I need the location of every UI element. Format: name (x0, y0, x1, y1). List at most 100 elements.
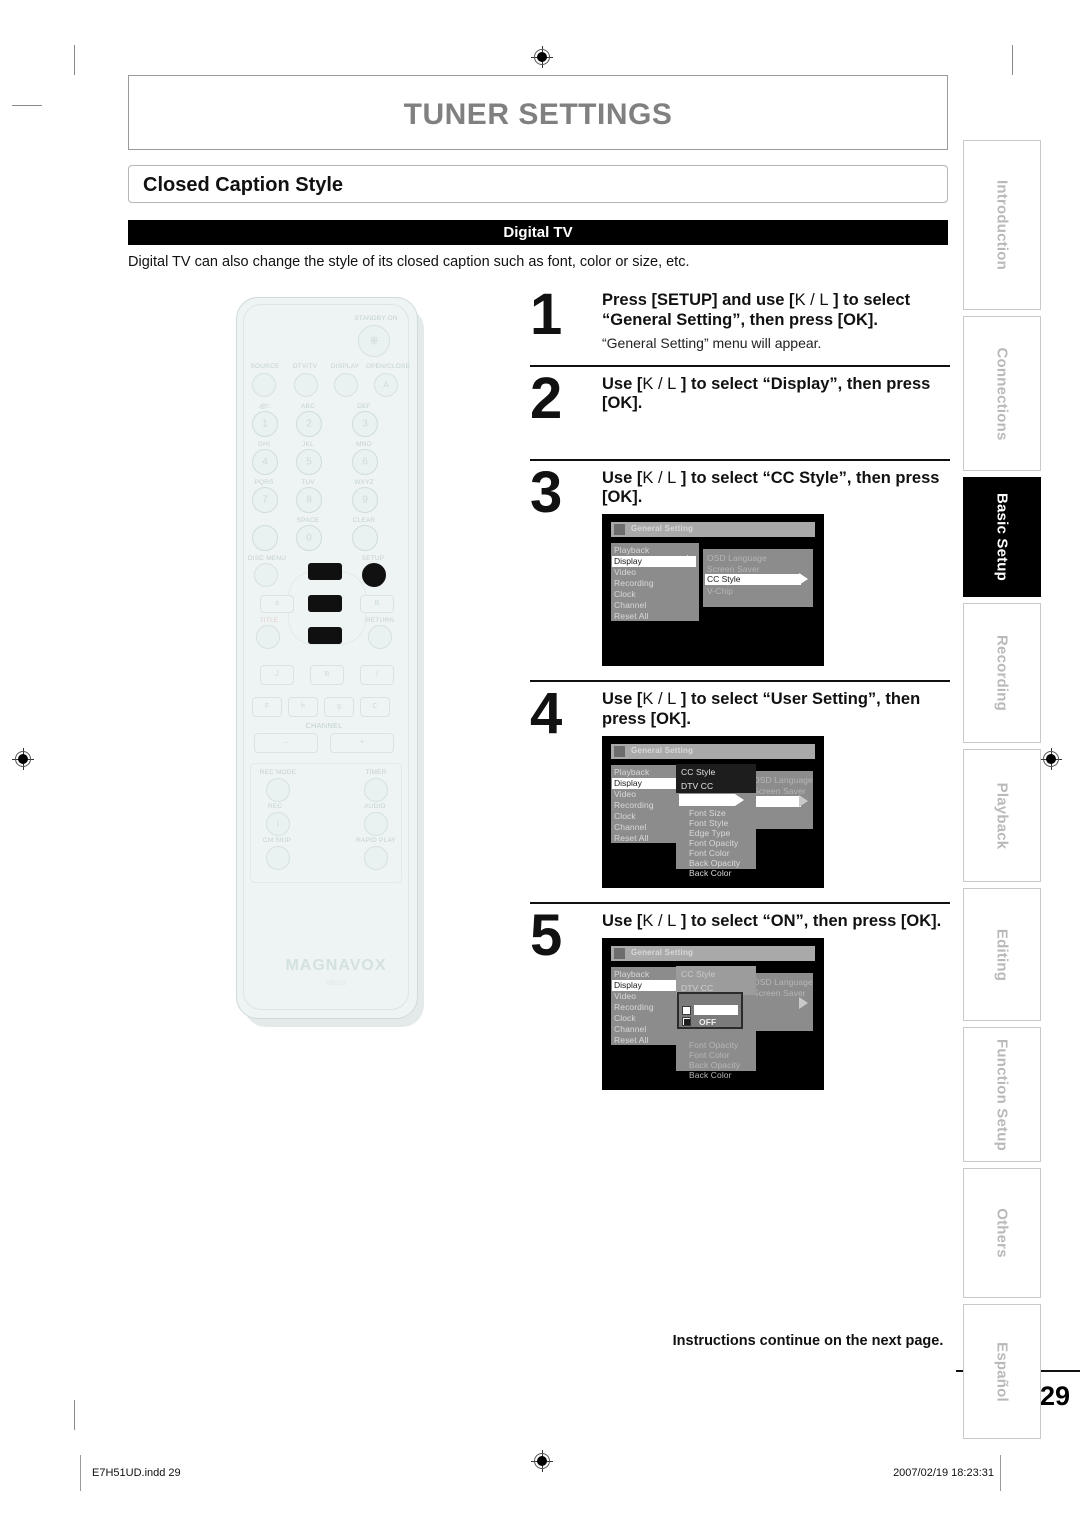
step-5-key: K / L (642, 911, 677, 930)
tab-playback-label: Playback (993, 782, 1011, 849)
tab-playback[interactable]: Playback (963, 749, 1041, 882)
channel-plus-glyph: + (359, 739, 365, 747)
keypad-letters-3: DEF (357, 403, 371, 410)
page-title: TUNER SETTINGS (403, 98, 673, 131)
print-rule-right (1000, 1455, 1001, 1491)
remote-nav-right: B (360, 595, 394, 613)
osd-screen-step4: General Setting Playback Display Video R… (602, 735, 824, 888)
keypad-letters-4: GHI (257, 441, 271, 448)
tab-editing-label: Editing (993, 928, 1011, 981)
tab-recording[interactable]: Recording (963, 603, 1041, 743)
osd3-left-item-resetall: Reset All (614, 611, 649, 622)
step-1-text: Press [SETUP] and use [K / L ] to select… (602, 291, 950, 331)
osd5-left-item-video: Video (614, 990, 637, 1001)
osd4-ccstyle-title: CC Style (681, 766, 716, 777)
tab-basic-setup-label: Basic Setup (993, 492, 1011, 582)
remote-audio-button (364, 812, 388, 836)
remote-transport-prev: J (260, 665, 294, 685)
keypad-button-0: 0 (296, 525, 322, 551)
tab-espanol-label: Español (993, 1341, 1011, 1402)
keypad-button-1: 1 (252, 411, 278, 437)
tab-introduction[interactable]: Introduction (963, 140, 1041, 310)
keypad-letters-1: .@/: (257, 403, 271, 410)
keypad-digit-4: 4 (262, 456, 268, 468)
osd4-option-fontcolor: Font Color (689, 847, 730, 858)
remote-transport-rew: F (252, 697, 282, 717)
chapter-tab-strip: Introduction Connections Basic Setup Rec… (963, 140, 1041, 1445)
page-number: 29 (1040, 1381, 1071, 1411)
osd4-left-item-video: Video (614, 788, 637, 799)
osd5-left-item-playback: Playback (614, 968, 650, 979)
remote-return-button (368, 625, 392, 649)
transport-prev-glyph: J (275, 671, 279, 679)
osd3-right-item-ccstyle: CC Style (705, 574, 801, 586)
osd4-right-selected-field (753, 795, 801, 807)
keypad-button-dot: · (252, 525, 278, 551)
osd4-option-fontstyle: Font Style (689, 817, 729, 828)
step-1-number: 1 (530, 282, 563, 347)
osd5-choice-checked-box (682, 1016, 691, 1026)
remote-model-number: NB552 (325, 981, 347, 987)
remote-rapidplay-button (364, 846, 388, 870)
remote-nav-ok (308, 595, 342, 612)
rec-glyph: I (276, 819, 280, 829)
step-4-key: K / L (642, 690, 677, 709)
step-5-text-b: ] to select “ON”, then press [OK]. (676, 911, 942, 930)
nav-left-glyph: à (275, 600, 279, 608)
keypad-digit-1: 1 (262, 418, 268, 430)
osd3-left-item-display: Display (612, 556, 696, 568)
remote-dtvtv-button (294, 373, 318, 397)
transport-pause-glyph: h (301, 703, 305, 711)
step-3: 3 Use [K / L ] to select “CC Style”, the… (530, 463, 950, 667)
osd4-left-item-resetall: Reset All (614, 832, 649, 843)
step-5-number: 5 (530, 902, 563, 968)
keypad-digit-0: 0 (306, 532, 312, 544)
remote-transport-stop: g (324, 697, 354, 717)
osd3-left-item-clock: Clock (614, 589, 636, 600)
keypad-button-5: 5 (296, 449, 322, 475)
osd5-option-fontopacity: Font Opacity (689, 1039, 739, 1050)
osd5-titlebar: General Setting (611, 945, 815, 961)
tab-function-setup-label: Function Setup (993, 1038, 1011, 1151)
step-1: 1 Press [SETUP] and use [K / L ] to sele… (530, 285, 950, 350)
osd3-left-item-playback: Playback (614, 545, 650, 556)
keypad-letters-clear: CLEAR (352, 517, 376, 524)
step-1-text-a: Press [SETUP] and use [ (602, 291, 795, 309)
osd5-choice-off-label: OFF (699, 1016, 717, 1027)
osd3-left-item-channel: Channel (614, 600, 647, 611)
page-content: TUNER SETTINGS Closed Caption Style Digi… (128, 75, 1080, 1411)
remote-cmskip-label: CM SKIP (262, 837, 292, 844)
tab-others-label: Others (993, 1208, 1011, 1258)
step-3-number: 3 (530, 459, 563, 525)
steps-list: 1 Press [SETUP] and use [K / L ] to sele… (530, 285, 950, 1090)
tab-editing[interactable]: Editing (963, 888, 1041, 1021)
remote-disc-menu-button (254, 563, 278, 587)
keypad-letters-6: MNO (356, 441, 372, 448)
osd5-choice-blank-field (694, 1004, 738, 1015)
remote-recmode-label: REC MODE (259, 769, 297, 776)
keypad-digit-7: 7 (262, 494, 268, 506)
tab-function-setup[interactable]: Function Setup (963, 1027, 1041, 1162)
remote-disc-menu-label: DISC MENU (247, 555, 287, 562)
tab-introduction-label: Introduction (993, 180, 1011, 270)
osd3-titlebar: General Setting (611, 522, 815, 538)
keypad-letters-5: JKL (302, 441, 314, 448)
section-heading-box: Closed Caption Style (128, 165, 948, 203)
step-1-key: K / L (794, 291, 829, 309)
keypad-digit-5: 5 (306, 456, 312, 468)
osd3-right-item-screensaver: Screen Saver (707, 564, 760, 575)
transport-ff-glyph: C (372, 703, 378, 711)
keypad-button-4: 4 (252, 449, 278, 475)
keypad-button-9: 9 (352, 487, 378, 513)
tab-basic-setup[interactable]: Basic Setup (963, 477, 1041, 597)
tab-others[interactable]: Others (963, 1168, 1041, 1298)
remote-timer-button (364, 778, 388, 802)
tab-espanol[interactable]: Español (963, 1304, 1041, 1439)
remote-transport-next: I (360, 665, 394, 685)
tab-connections-label: Connections (993, 346, 1011, 441)
subsection-label: Digital TV (503, 224, 573, 241)
step-2-key: K / L (642, 374, 677, 393)
remote-audio-label: AUDIO (364, 803, 386, 810)
tab-connections[interactable]: Connections (963, 316, 1041, 471)
keypad-letters-2: ABC (301, 403, 315, 410)
